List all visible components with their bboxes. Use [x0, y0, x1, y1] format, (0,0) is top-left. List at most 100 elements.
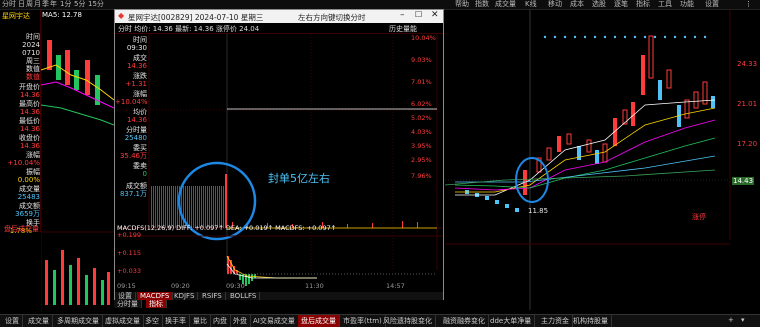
toolbar-item-screen[interactable]: 选股 [592, 0, 606, 9]
low-price-label: 11.85 [528, 207, 549, 215]
pct-axis-7: 2.95% [411, 156, 432, 164]
tab-rsifs[interactable]: RSIFS [199, 292, 226, 300]
close-icon[interactable]: ✕ [431, 10, 439, 20]
more-icon[interactable]: ⋮ [745, 0, 752, 9]
bottom-tab-multi-volume[interactable]: 多周期成交量 [54, 315, 103, 327]
row-amount-value: 3659万 [15, 210, 40, 218]
auction-bar [173, 186, 174, 228]
toolbar-item-5min[interactable]: 5分 [74, 0, 85, 9]
auction-bar [163, 186, 164, 228]
bottom-tab-ai-volume[interactable]: AI交易成交量 [250, 315, 299, 327]
popup-hint: 左右方向键切换分时 [298, 13, 366, 22]
auction-bar [175, 186, 176, 228]
toolbar-item-year[interactable]: 年 [50, 0, 57, 9]
toolbar-item-month[interactable]: 月 [34, 0, 41, 9]
toolbar-item-week[interactable]: 周 [26, 0, 33, 9]
row-high-price: 14.36 [19, 108, 40, 116]
auction-bar [215, 186, 216, 228]
tab-bollfs[interactable]: BOLLFS [227, 292, 261, 300]
price-axis-2: 21.01 [737, 100, 758, 108]
bottom-tab-dde[interactable]: dde大单净量 [487, 315, 536, 327]
kline-chart[interactable] [445, 10, 760, 314]
auction-bar [169, 186, 170, 228]
auction-bar [217, 186, 218, 228]
toolbar-item-day[interactable]: 日 [18, 0, 25, 9]
tab-settings[interactable]: 设置 [115, 292, 136, 300]
bottom-tab-risk[interactable]: 风险遗持股变化 [380, 315, 436, 327]
bottom-scroll-icon[interactable]: ▾ [741, 316, 745, 324]
bottom-tab-volume[interactable]: 成交量 [25, 315, 53, 327]
tab-indicator[interactable]: 指标 [146, 300, 167, 308]
time-axis-2: 09:30 [226, 282, 245, 290]
left-info-panel: 星网宇达 时间 2024 0710 周三 数值 数值 开盘价 14.36 最高价… [0, 10, 41, 235]
row-volume-value: 25483 [17, 193, 40, 201]
time-axis-3: 11:30 [305, 282, 324, 290]
row-amplitude-label: 振幅 [26, 168, 40, 176]
maximize-icon[interactable]: ☐ [415, 10, 422, 19]
row-change-label: 涨幅 [26, 151, 40, 159]
minimize-icon[interactable]: – [400, 10, 405, 20]
bottom-tab-virtual-volume[interactable]: 虚拟成交量 [102, 315, 144, 327]
toolbar-item-function[interactable]: 功能 [680, 0, 694, 9]
pct-axis-6: 3.95% [411, 142, 432, 150]
seal-annotation: 封单5亿左右 [268, 172, 330, 185]
auction-bar [157, 186, 158, 228]
toolbar-item-indicator[interactable]: 指标 [636, 0, 650, 9]
time-axis-4: 14:57 [386, 282, 405, 290]
row-amplitude-value: 0.00% [17, 176, 40, 184]
bottom-tab-volratio[interactable]: 量比 [190, 315, 211, 327]
tab-intraday-volume[interactable]: 分时量 [114, 300, 142, 308]
toolbar-item-settings[interactable]: 设置 [705, 0, 719, 9]
toolbar-item-volume[interactable]: 成交量 [495, 0, 516, 9]
toolbar-item-1min[interactable]: 1分 [60, 0, 71, 9]
toolbar-item-move[interactable]: 移动 [548, 0, 562, 9]
bottom-tab-outer[interactable]: 外盘 [230, 315, 251, 327]
row-volume-label: 成交量 [19, 185, 40, 193]
pct-axis-2: 7.01% [411, 78, 432, 86]
toolbar-item-index[interactable]: 指数 [475, 0, 489, 9]
auction-bar [167, 186, 168, 228]
vol-bar-5 [77, 258, 80, 305]
toolbar-item-kline[interactable]: K线 [525, 0, 537, 9]
intraday-popup[interactable]: ◆ 星网宇达[002829] 2024-07-10 星期三 左右方向键切换分时 … [114, 9, 444, 300]
auction-bar [213, 186, 214, 228]
row-value: 数值 [26, 65, 40, 73]
price-axis-1: 24.33 [737, 60, 758, 68]
auction-bar [155, 186, 156, 228]
toolbar-item-intraday[interactable]: 分时 [2, 0, 16, 9]
macd-indicator-label: MACDFS(12,26,9) DIFF: +0.097↑ DEA: +0.01… [117, 224, 337, 232]
auction-bar [177, 186, 178, 228]
toolbar-item-15min[interactable]: 15分 [88, 0, 104, 9]
auction-bar [161, 186, 162, 228]
intraday-chart[interactable] [117, 34, 443, 292]
bottom-add-icon[interactable]: + [728, 316, 734, 324]
tab-macdfs[interactable]: MACDFS [137, 292, 174, 300]
bottom-tab-inner[interactable]: 内盘 [210, 315, 231, 327]
bottom-tab-afterhours-volume[interactable]: 盘后成交量 [298, 315, 340, 327]
toolbar-item-quarter[interactable]: 季 [42, 0, 49, 9]
auction-bar [219, 186, 220, 228]
auction-bar [209, 186, 210, 228]
bottom-tab-pe[interactable]: 市盈率(ttm) [340, 315, 386, 327]
history-volume-button[interactable]: 历史量能 [389, 24, 417, 34]
bottom-tab-main-funds[interactable]: 主力资金 [538, 315, 573, 327]
toolbar-item-help[interactable]: 帮助 [455, 0, 469, 9]
tab-kdjfs[interactable]: KDJFS [171, 292, 199, 300]
bottom-tab-settings[interactable]: 设置 [2, 315, 23, 327]
toolbar-item-tick[interactable]: 逐笔 [614, 0, 628, 9]
vol-bar-3 [61, 250, 64, 305]
bottom-tab-margin[interactable]: 融资融券变化 [440, 315, 489, 327]
bottom-tab-institution[interactable]: 机构持股量 [570, 315, 612, 327]
bottom-tab-longshort[interactable]: 多空 [142, 315, 163, 327]
auction-bar [165, 186, 166, 228]
candle-5 [85, 60, 90, 95]
app-icon: ◆ [118, 11, 125, 20]
bottom-tab-turnover[interactable]: 换手率 [162, 315, 190, 327]
toolbar-item-cost[interactable]: 成本 [570, 0, 584, 9]
popup-subheader: 分时 均价: 14.36 最新: 14.36 涨停价 24.04 历史量能 [115, 24, 443, 34]
popup-titlebar[interactable]: ◆ 星网宇达[002829] 2024-07-10 星期三 左右方向键切换分时 … [115, 10, 443, 23]
bottom-indicator-bar: 设置 成交量 多周期成交量 虚拟成交量 多空 换手率 量比 内盘 外盘 AI交易… [0, 314, 760, 327]
toolbar-item-tool[interactable]: 工具 [658, 0, 672, 9]
volume-pane-label: 盘后成交量 [4, 225, 39, 233]
vol-bar-7 [93, 268, 96, 305]
